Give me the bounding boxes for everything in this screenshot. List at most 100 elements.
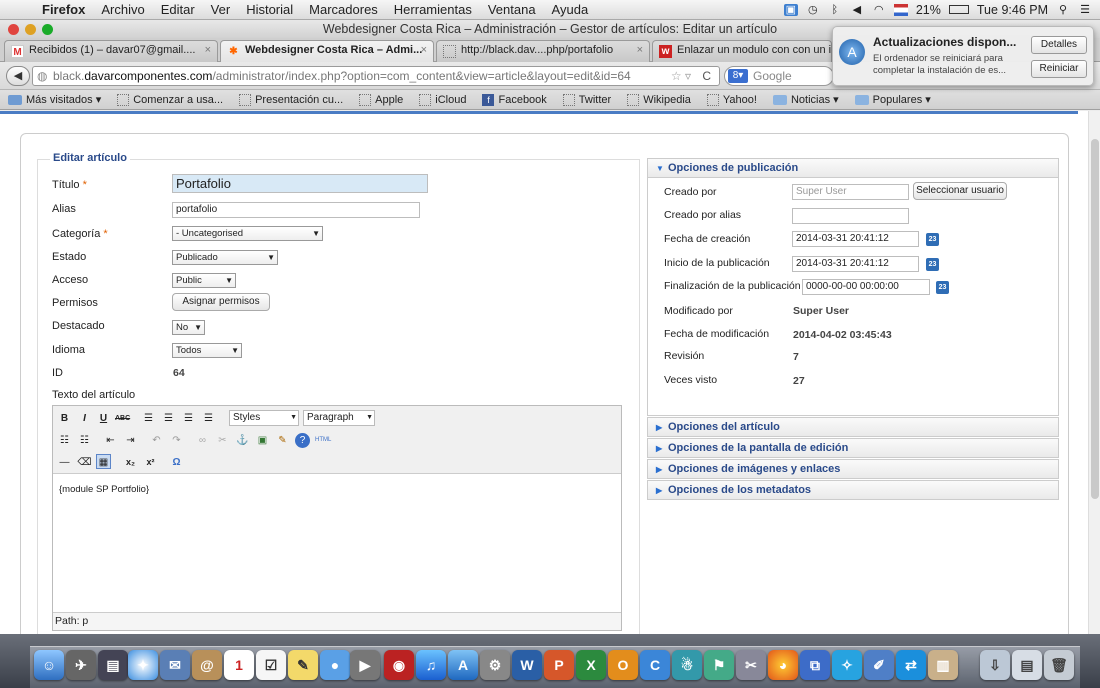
trash-icon[interactable]: 🗑 — [1044, 650, 1074, 680]
link-icon[interactable]: ∞ — [195, 433, 210, 448]
bookmark-yahoo[interactable]: Yahoo! — [699, 93, 765, 106]
reload-icon[interactable]: C — [702, 67, 711, 85]
bookmark-icloud[interactable]: iCloud — [411, 93, 474, 106]
bold-icon[interactable]: B — [57, 411, 72, 426]
styles-select[interactable]: Styles ▼ — [229, 410, 299, 426]
page-scrollbar[interactable] — [1088, 111, 1100, 634]
lync-icon[interactable]: C — [640, 650, 670, 680]
align-right-icon[interactable]: ☰ — [181, 411, 196, 426]
horizontal-rule-icon[interactable]: — — [57, 455, 72, 470]
tab-webdesigner-admin[interactable]: ✱ Webdesigner Costa Rica – Admi... × — [220, 40, 434, 62]
edit-screen-options-header[interactable]: ▶ Opciones de la pantalla de edición — [647, 438, 1059, 458]
messenger-icon[interactable]: ☃ — [672, 650, 702, 680]
finder-icon[interactable]: ☺ — [34, 650, 64, 680]
firefox-icon[interactable]: ◕ — [768, 650, 798, 680]
category-select[interactable]: - Uncategorised ▼ — [172, 226, 323, 241]
publishing-options-header[interactable]: ▼ Opciones de publicación — [647, 158, 1059, 178]
close-tab-icon[interactable]: × — [637, 44, 643, 56]
visual-aid-icon[interactable]: ▦ — [96, 454, 111, 469]
outdent-icon[interactable]: ⇤ — [103, 433, 118, 448]
menu-ayuda[interactable]: Ayuda — [544, 2, 597, 17]
bookmark-populares[interactable]: Populares ▾ — [847, 93, 939, 106]
flag-icon[interactable] — [893, 3, 908, 16]
downloads-folder-icon[interactable]: ⇩ — [980, 650, 1010, 680]
back-button-icon[interactable]: ◀ — [6, 66, 30, 86]
unlink-icon[interactable]: ✂ — [215, 433, 230, 448]
calendar-icon[interactable]: 23 — [926, 258, 939, 271]
notification-center-icon[interactable]: ☰ — [1078, 4, 1092, 16]
select-user-button[interactable]: Seleccionar usuario — [913, 182, 1007, 200]
system-preferences-icon[interactable]: ⚙ — [480, 650, 510, 680]
anchor-icon[interactable]: ⚓ — [235, 433, 250, 448]
bookmark-facebook[interactable]: f Facebook — [474, 93, 554, 106]
alias-input[interactable]: portafolio — [172, 202, 420, 218]
bookmark-mas-visitados[interactable]: Más visitados ▾ — [0, 93, 109, 106]
created-date-input[interactable]: 2014-03-31 20:41:12 — [792, 231, 919, 247]
created-by-input[interactable]: Super User — [792, 184, 909, 200]
photo-booth-icon[interactable]: ◉ — [384, 650, 414, 680]
tab-gmail[interactable]: M Recibidos (1) – davar07@gmail.... × — [4, 40, 218, 62]
featured-select[interactable]: No ▼ — [172, 320, 205, 335]
network-icon[interactable]: ⚑ — [704, 650, 734, 680]
help-icon[interactable]: ? — [295, 433, 310, 448]
html-source-icon[interactable]: HTML — [315, 433, 331, 448]
twitter-app-icon[interactable]: ✧ — [832, 650, 862, 680]
menu-marcadores[interactable]: Marcadores — [301, 2, 386, 17]
editor-content[interactable]: {module SP Portfolio} — [59, 484, 149, 495]
tab-portafolio[interactable]: http://black.dav....php/portafolio × — [436, 40, 650, 62]
bluetooth-icon[interactable]: ᛒ — [828, 4, 842, 16]
outlook-icon[interactable]: O — [608, 650, 638, 680]
dropbox-icon[interactable]: ▣ — [783, 3, 798, 16]
launchpad-icon[interactable]: ✈ — [66, 650, 96, 680]
menu-ventana[interactable]: Ventana — [480, 2, 544, 17]
mail-icon[interactable]: ✉ — [160, 650, 190, 680]
publish-down-input[interactable]: 0000-00-00 00:00:00 — [802, 279, 930, 295]
align-left-icon[interactable]: ☰ — [141, 411, 156, 426]
reminders-icon[interactable]: ☑ — [256, 650, 286, 680]
numbered-list-icon[interactable]: ☷ — [77, 433, 92, 448]
word-icon[interactable]: W — [512, 650, 542, 680]
close-window-icon[interactable] — [8, 24, 19, 35]
utility-icon[interactable]: ✂ — [736, 650, 766, 680]
time-machine-icon[interactable]: ◷ — [806, 4, 820, 16]
underline-icon[interactable]: U — [96, 411, 111, 426]
app-store-dock-icon[interactable]: A — [448, 650, 478, 680]
wifi-icon[interactable]: ◠ — [872, 4, 886, 16]
article-options-header[interactable]: ▶ Opciones del artículo — [647, 417, 1059, 437]
menu-herramientas[interactable]: Herramientas — [386, 2, 480, 17]
redo-icon[interactable]: ↷ — [169, 433, 184, 448]
minimize-window-icon[interactable] — [25, 24, 36, 35]
search-input[interactable]: 8▾ Google — [724, 66, 834, 86]
restart-button[interactable]: Reiniciar — [1031, 60, 1087, 78]
teamviewer-icon[interactable]: ⇄ — [896, 650, 926, 680]
assign-permissions-button[interactable]: Asignar permisos — [172, 293, 270, 311]
vmware-icon[interactable]: ⧉ — [800, 650, 830, 680]
bookmark-twitter[interactable]: Twitter — [555, 93, 619, 106]
image-icon[interactable]: ▣ — [255, 433, 270, 448]
safari-icon[interactable]: ✦ — [128, 650, 158, 680]
created-by-alias-input[interactable] — [792, 208, 909, 224]
metadata-options-header[interactable]: ▶ Opciones de los metadatos — [647, 480, 1059, 500]
menu-historial[interactable]: Historial — [238, 2, 301, 17]
url-bar[interactable]: ◍ black.davarcomponentes.com/administrat… — [32, 66, 720, 86]
access-select[interactable]: Public ▼ — [172, 273, 236, 288]
italic-icon[interactable]: I — [77, 411, 92, 426]
align-center-icon[interactable]: ☰ — [161, 411, 176, 426]
strikethrough-icon[interactable]: ABC — [115, 411, 130, 426]
bookmark-star-icon[interactable]: ☆ ▿ — [671, 67, 691, 85]
notes-icon[interactable]: ✎ — [288, 650, 318, 680]
messages-icon[interactable]: ● — [320, 650, 350, 680]
battery-icon[interactable] — [948, 5, 969, 14]
menu-editar[interactable]: Editar — [153, 2, 203, 17]
spotlight-icon[interactable]: ⚲ — [1056, 4, 1070, 16]
volume-icon[interactable]: ◀ — [850, 4, 864, 16]
clock[interactable]: Tue 9:46 PM — [977, 3, 1048, 17]
pencil-app-icon[interactable]: ✐ — [864, 650, 894, 680]
calendar-app-icon[interactable]: 1 — [224, 650, 254, 680]
mission-control-icon[interactable]: ▤ — [98, 650, 128, 680]
undo-icon[interactable]: ↶ — [149, 433, 164, 448]
menu-app-firefox[interactable]: Firefox — [34, 2, 93, 17]
calendar-icon[interactable]: 23 — [936, 281, 949, 294]
images-links-options-header[interactable]: ▶ Opciones de imágenes y enlaces — [647, 459, 1059, 479]
close-tab-icon[interactable]: × — [421, 44, 427, 56]
